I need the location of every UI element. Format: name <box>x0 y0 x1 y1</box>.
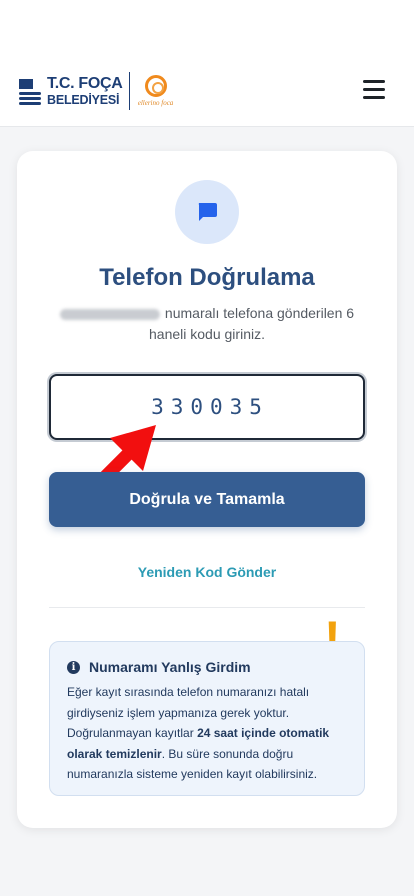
instruction-label: numaralı telefona gönderilen 6 haneli ko… <box>149 305 355 342</box>
instruction-text: numaralı telefona gönderilen 6 haneli ko… <box>55 303 359 345</box>
logo-text: T.C. FOÇA BELEDİYESİ <box>47 74 123 107</box>
logo-subtitle: BELEDİYESİ <box>47 92 120 107</box>
info-circle-icon: i <box>67 660 80 674</box>
info-heading-text: Numaramı Yanlış Girdim <box>89 659 251 675</box>
verify-submit-button[interactable]: Doğrula ve Tamamla <box>49 472 365 527</box>
municipality-logo[interactable]: T.C. FOÇA BELEDİYESİ ellerino foca <box>19 72 174 110</box>
chat-bubble-icon <box>175 180 239 244</box>
page-title: Telefon Doğrulama <box>99 264 315 291</box>
logo-title: T.C. FOÇA <box>47 74 123 92</box>
verification-card: Telefon Doğrulama numaralı telefona gönd… <box>17 151 397 828</box>
section-divider <box>49 607 365 608</box>
logo-divider <box>128 72 130 110</box>
site-header: T.C. FOÇA BELEDİYESİ ellerino foca <box>0 0 414 127</box>
resend-code-link[interactable]: Yeniden Kod Gönder <box>17 564 397 580</box>
secondary-logo-text: ellerino foca <box>137 99 174 107</box>
info-body: Eğer kayıt sırasında telefon numaranızı … <box>67 682 346 785</box>
snail-spiral-icon <box>144 75 167 97</box>
verification-code-input[interactable]: 330035 <box>49 374 365 440</box>
masked-phone-number <box>59 308 160 320</box>
wrong-number-info-box: i Numaramı Yanlış Girdim Eğer kayıt sıra… <box>49 641 365 796</box>
logo-mark-icon <box>19 76 41 106</box>
info-heading: i Numaramı Yanlış Girdim <box>67 659 346 675</box>
secondary-logo: ellerino foca <box>138 75 174 107</box>
hamburger-menu-icon[interactable] <box>363 80 385 99</box>
